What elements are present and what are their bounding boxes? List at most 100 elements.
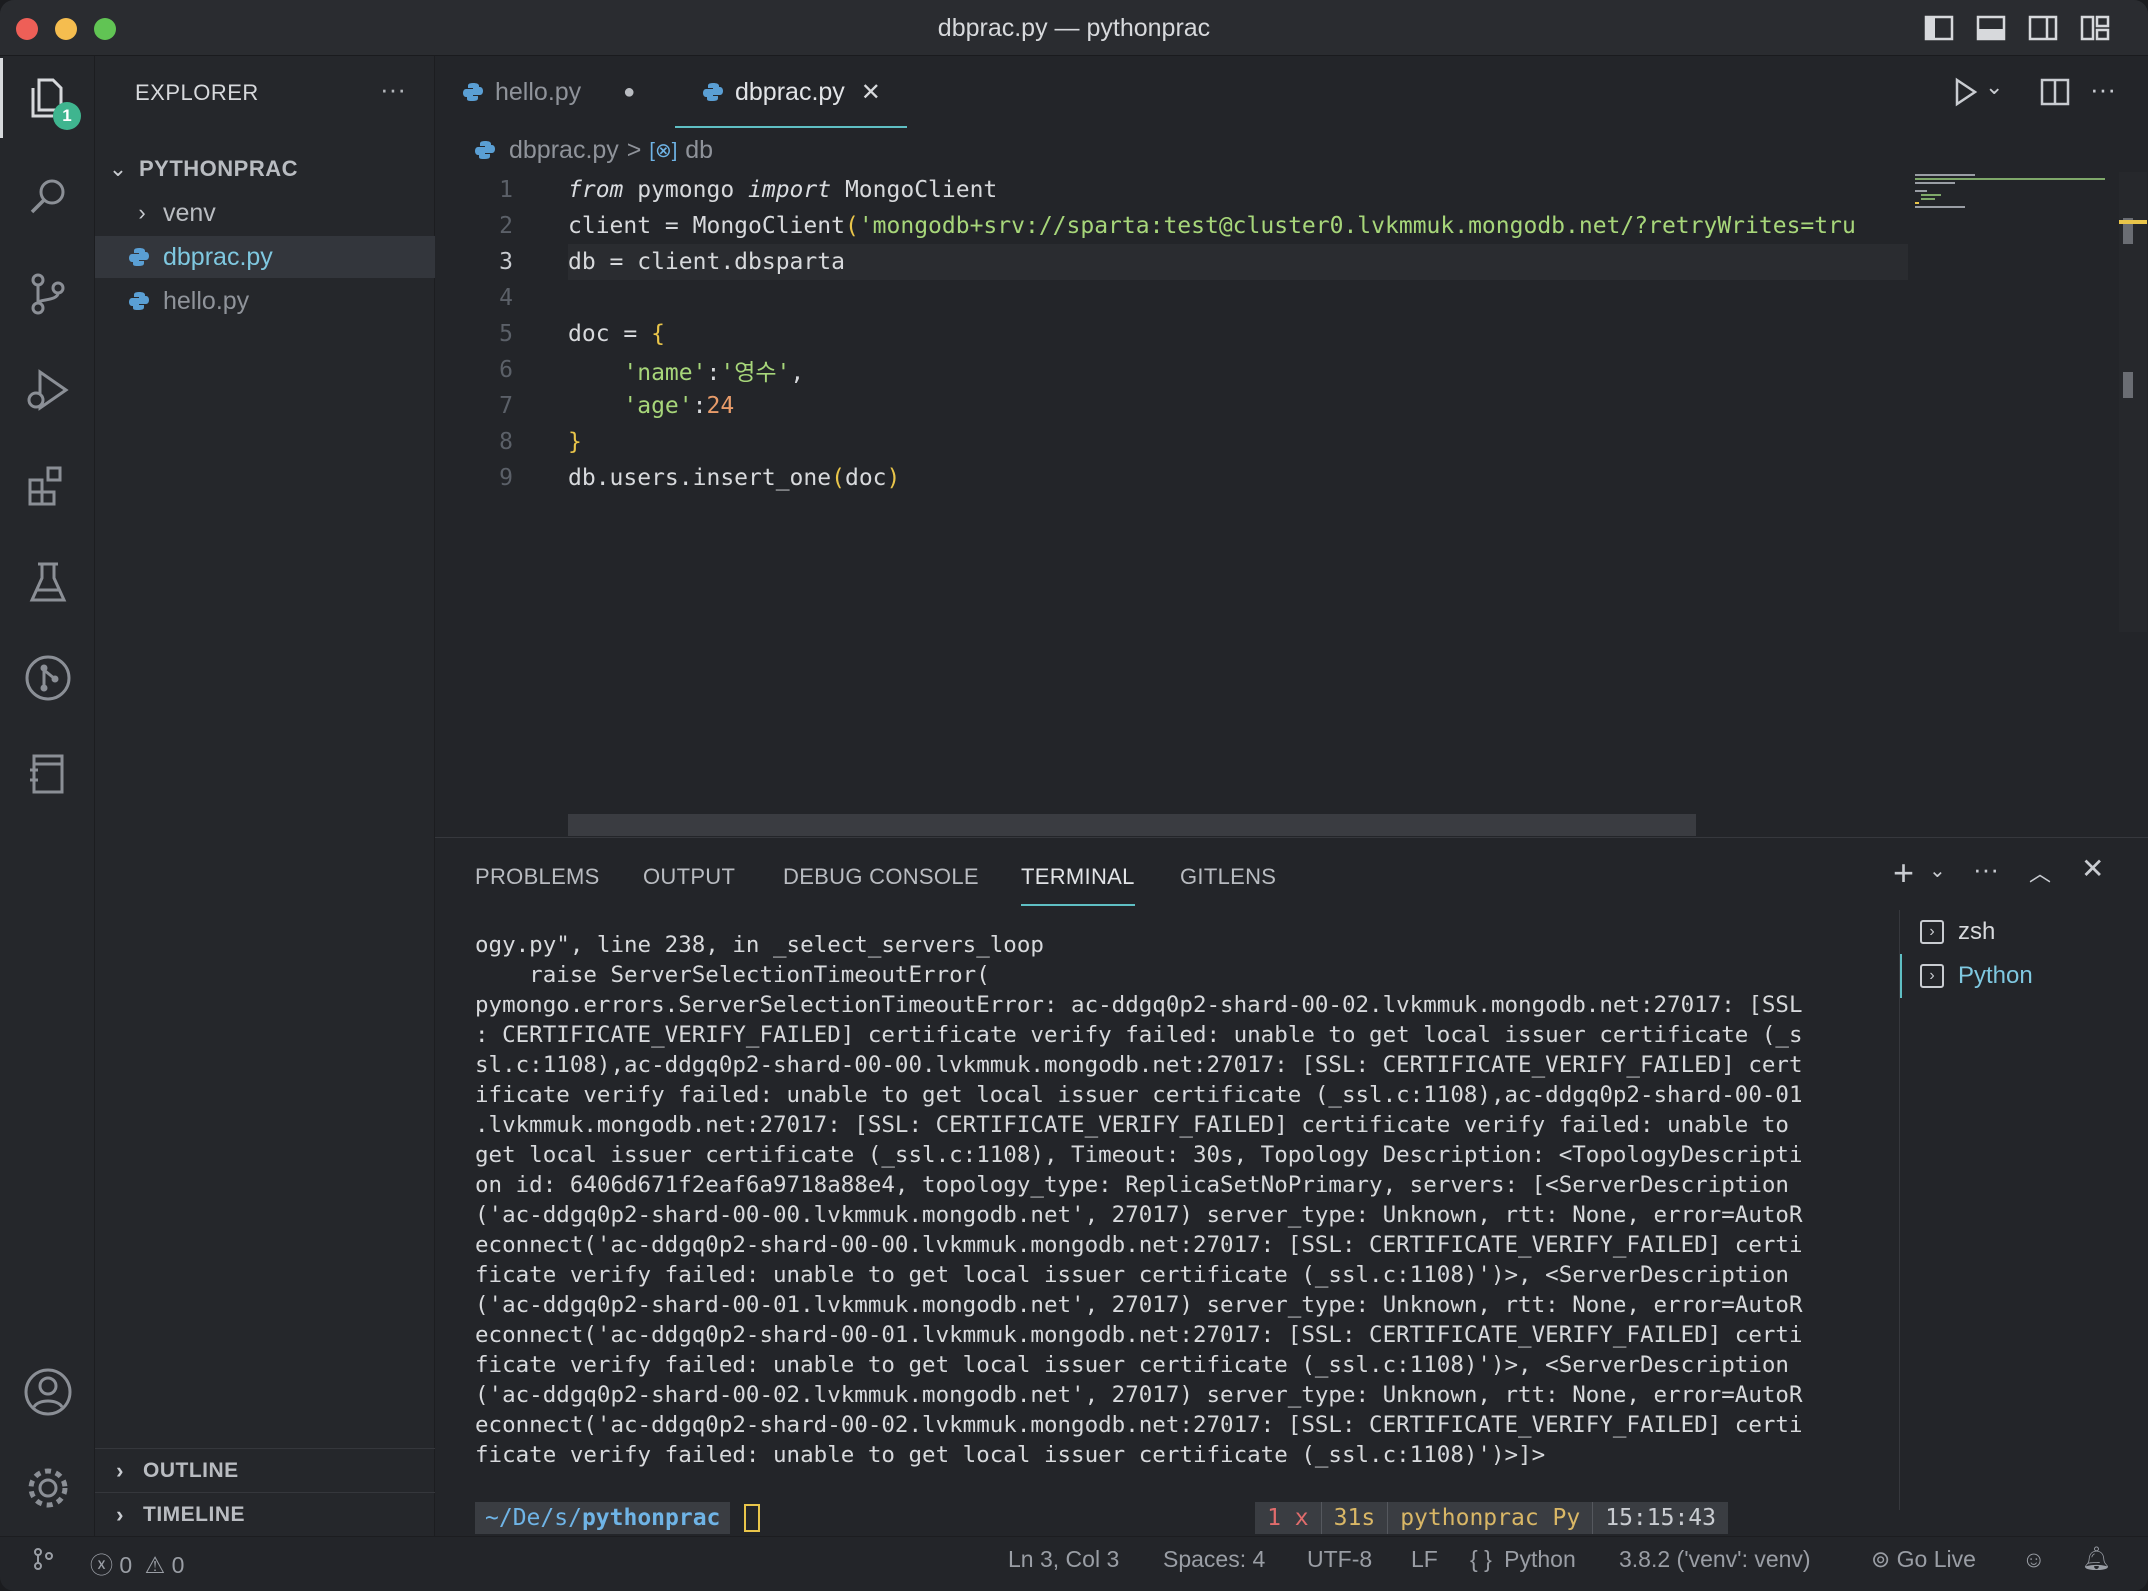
- search-activity[interactable]: [0, 158, 95, 238]
- tab-terminal[interactable]: TERMINAL: [1021, 864, 1135, 906]
- code-editor[interactable]: 1 from pymongo import MongoClient 2 client …: [435, 172, 2148, 837]
- explorer-more-button[interactable]: ···: [380, 74, 406, 105]
- account-activity[interactable]: [0, 1352, 95, 1432]
- chevron-down-icon: ⌄: [108, 156, 128, 181]
- code-text: doc = {: [568, 321, 665, 347]
- prompt-right-status: 1 x 31s pythonprac Py 15:15:43: [1255, 1502, 1728, 1534]
- editor-more-actions-icon[interactable]: ···: [2090, 74, 2116, 110]
- feedback-icon[interactable]: ☺: [2022, 1546, 2045, 1573]
- code-text: db.users.insert_one(doc): [568, 465, 900, 491]
- tree-item-hello[interactable]: hello.py: [95, 280, 435, 322]
- terminal-line: ('ac-ddgq0p2-shard-00-02.lvkmmuk.mongodb…: [475, 1382, 1803, 1408]
- breadcrumb-file[interactable]: dbprac.py: [509, 136, 619, 165]
- run-debug-activity[interactable]: [0, 350, 95, 430]
- close-tab-icon[interactable]: ✕: [861, 78, 881, 107]
- tree-item-label: venv: [163, 198, 216, 227]
- activity-bar: 1: [0, 56, 95, 1536]
- editor-horizontal-scrollbar[interactable]: [568, 814, 1696, 836]
- prompt-time: 15:15:43: [1592, 1502, 1728, 1534]
- code-line[interactable]: 2 client = MongoClient('mongodb+srv://spa…: [435, 208, 1905, 244]
- tree-item-venv[interactable]: › venv: [95, 192, 435, 234]
- python-file-icon: [475, 141, 495, 159]
- chevron-right-icon: ›: [116, 1457, 124, 1483]
- code-text: db = client.dbsparta: [568, 249, 845, 275]
- language-mode[interactable]: { } Python: [1470, 1546, 1576, 1573]
- toggle-panel-icon[interactable]: [1976, 14, 2006, 42]
- code-line[interactable]: 8}: [435, 424, 1905, 460]
- unsaved-dot-icon[interactable]: ●: [623, 81, 635, 104]
- toggle-secondary-sidebar-icon[interactable]: [2028, 14, 2058, 42]
- testing-activity[interactable]: [0, 542, 95, 622]
- tab-hello-py[interactable]: hello.py ●: [463, 56, 668, 128]
- notebook-icon: [29, 754, 63, 794]
- terminal-output[interactable]: ogy.py", line 238, in _select_servers_lo…: [475, 930, 1895, 1470]
- code-line[interactable]: 6 'name':'영수',: [435, 352, 1905, 388]
- tab-label: hello.py: [495, 77, 582, 106]
- terminal-item-zsh[interactable]: › zsh: [1900, 910, 2148, 954]
- code-token: :: [692, 393, 707, 419]
- code-line[interactable]: 9 db.users.insert_one(doc): [435, 460, 1905, 496]
- tab-output[interactable]: OUTPUT: [643, 864, 735, 890]
- error-count: 0: [119, 1552, 133, 1578]
- go-live-label: Go Live: [1896, 1546, 1976, 1572]
- split-editor-icon[interactable]: [2039, 74, 2071, 110]
- maximize-panel-chevron-up-icon[interactable]: ︿: [2029, 856, 2051, 888]
- run-dropdown-chevron-icon[interactable]: ⌄: [1985, 74, 2003, 110]
- close-panel-icon[interactable]: ✕: [2081, 852, 2104, 885]
- code-token: {: [651, 321, 665, 347]
- timeline-section[interactable]: › TIMELINE: [95, 1492, 435, 1536]
- terminal-prompt[interactable]: ~/De/s/pythonprac: [475, 1502, 761, 1534]
- notebook-activity[interactable]: [0, 734, 95, 814]
- code-line[interactable]: 7 'age':24: [435, 388, 1905, 424]
- code-token: ,: [790, 360, 805, 386]
- braces-icon: { }: [1470, 1546, 1492, 1572]
- tab-gitlens[interactable]: GITLENS: [1180, 864, 1276, 890]
- code-line[interactable]: 5 doc = {: [435, 316, 1905, 352]
- folder-pythonprac[interactable]: ⌄ PYTHONPRAC: [95, 148, 435, 190]
- editor-vertical-scrollbar[interactable]: [2119, 172, 2147, 632]
- source-control-icon: [31, 273, 64, 315]
- problems-status[interactable]: ⓧ 0 ⚠ 0: [90, 1546, 184, 1580]
- code-token: db = client.dbsparta: [568, 249, 845, 275]
- toggle-primary-sidebar-icon[interactable]: [1924, 14, 1954, 42]
- tree-item-label: dbprac.py: [163, 242, 273, 271]
- indentation[interactable]: Spaces: 4: [1163, 1546, 1265, 1573]
- code-text: from pymongo import MongoClient: [568, 177, 997, 203]
- code-text: 'age':24: [568, 393, 734, 419]
- breadcrumb-symbol[interactable]: db: [685, 136, 713, 165]
- remote-icon[interactable]: [30, 1546, 56, 1572]
- editor-tabs: hello.py ● dbprac.py ✕ ⌄ ···: [435, 56, 2148, 128]
- explorer-activity[interactable]: 1: [0, 58, 95, 138]
- tree-item-dbprac[interactable]: dbprac.py: [95, 236, 435, 278]
- python-interpreter[interactable]: 3.8.2 ('venv': venv): [1619, 1546, 1811, 1573]
- tab-dbprac-py[interactable]: dbprac.py ✕: [675, 56, 907, 128]
- end-of-line[interactable]: LF: [1411, 1546, 1438, 1573]
- tab-problems[interactable]: PROBLEMS: [475, 864, 600, 890]
- git-graph-activity[interactable]: [0, 638, 95, 718]
- code-line[interactable]: 3 db = client.dbsparta: [435, 244, 1905, 280]
- minimap[interactable]: [1915, 172, 2105, 232]
- terminal-item-python[interactable]: › Python: [1900, 954, 2148, 998]
- code-line[interactable]: 1 from pymongo import MongoClient: [435, 172, 1905, 208]
- outline-section[interactable]: › OUTLINE: [95, 1448, 435, 1492]
- settings-activity[interactable]: [0, 1448, 95, 1528]
- code-line[interactable]: 4: [435, 280, 1905, 316]
- code-token: :: [706, 360, 721, 386]
- run-python-file-icon[interactable]: [1949, 74, 1981, 110]
- extensions-activity[interactable]: [0, 446, 95, 526]
- cursor-position[interactable]: Ln 3, Col 3: [1008, 1546, 1119, 1573]
- panel-more-actions-icon[interactable]: ···: [1973, 854, 1999, 885]
- terminal-dropdown-chevron-icon[interactable]: ⌄: [1929, 858, 1946, 883]
- notifications-bell-icon[interactable]: 🔔︎: [2082, 1545, 2111, 1572]
- terminal-line: econnect('ac-ddgq0p2-shard-00-02.lvkmmuk…: [475, 1412, 1803, 1438]
- code-token: (: [844, 213, 859, 239]
- new-terminal-plus-icon[interactable]: +: [1893, 852, 1914, 894]
- source-control-activity[interactable]: [0, 254, 95, 334]
- warning-count: 0: [171, 1552, 185, 1578]
- terminal-line: : CERTIFICATE_VERIFY_FAILED] certificate…: [475, 1022, 1803, 1048]
- testing-icon: [29, 562, 66, 602]
- encoding[interactable]: UTF-8: [1307, 1546, 1372, 1573]
- tab-debug-console[interactable]: DEBUG CONSOLE: [783, 864, 979, 890]
- customize-layout-icon[interactable]: [2080, 14, 2110, 42]
- go-live-button[interactable]: ⊚ Go Live: [1871, 1546, 1976, 1573]
